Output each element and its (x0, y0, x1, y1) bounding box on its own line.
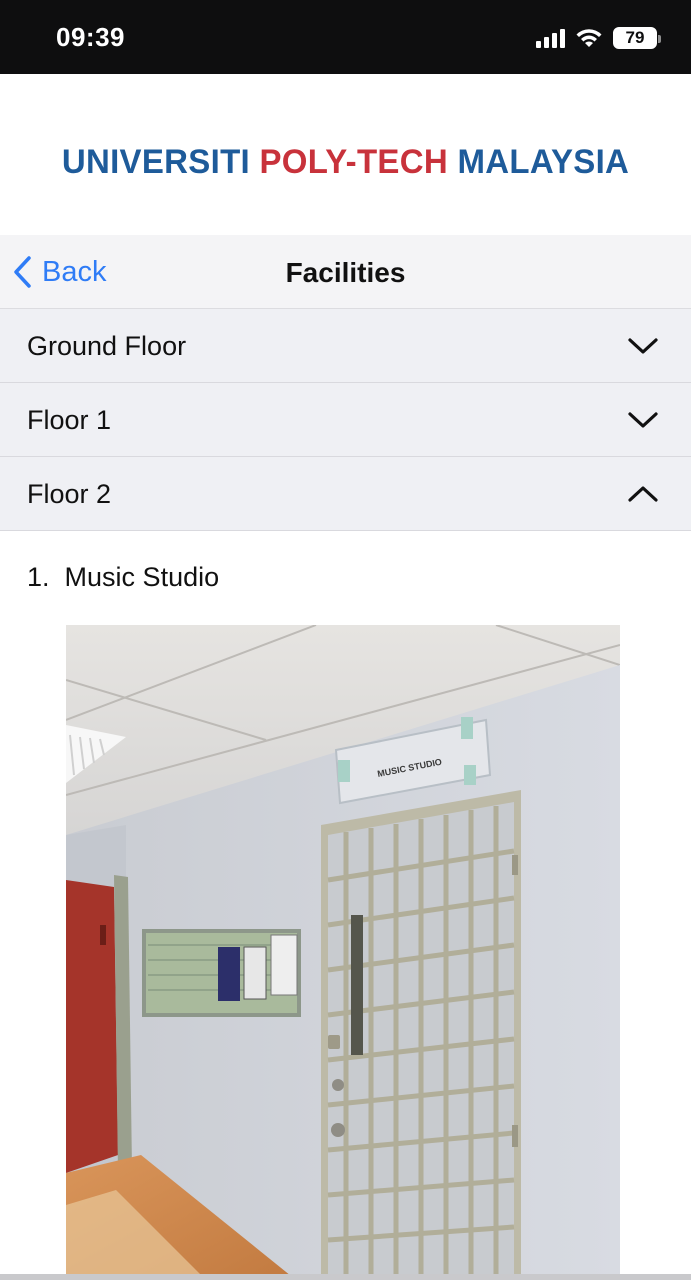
accordion-label: Floor 2 (27, 479, 112, 509)
university-logo-banner: UNIVERSITI POLY-TECH MALAYSIA (0, 74, 691, 235)
facility-name: Music Studio (64, 562, 220, 592)
logo-word-universiti: UNIVERSITI (61, 140, 251, 180)
accordion-label: Ground Floor (27, 331, 187, 361)
accordion-ground-floor[interactable]: Ground Floor (0, 309, 691, 383)
accordion-label: Floor 1 (27, 405, 112, 435)
status-bar: 09:39 79 (0, 0, 691, 74)
accordion-floor-1[interactable]: Floor 1 (0, 383, 691, 457)
logo-word-malaysia: MALAYSIA (457, 140, 630, 180)
list-number: 1. (27, 562, 50, 592)
status-time: 09:39 (56, 22, 125, 52)
music-studio-photo: MUSIC STUDIO (66, 625, 620, 1280)
chevron-down-icon (628, 338, 658, 354)
university-logo: UNIVERSITI POLY-TECH MALAYSIA (62, 128, 629, 181)
battery-icon: 79 (613, 27, 661, 49)
chevron-down-icon (628, 412, 658, 428)
navigation-bar: Facilities Back (0, 235, 691, 309)
signal-icon (536, 28, 565, 48)
accordion-floor-2[interactable]: Floor 2 (0, 457, 691, 531)
back-button[interactable]: Back (12, 253, 106, 291)
chevron-up-icon (628, 486, 658, 502)
logo-word-polytech: POLY-TECH (259, 140, 449, 180)
facility-list-item: 1. Music Studio (27, 562, 219, 593)
wifi-icon (576, 29, 602, 47)
back-label: Back (42, 255, 107, 288)
status-icons: 79 (536, 24, 661, 52)
bottom-edge (0, 1274, 691, 1280)
battery-level: 79 (625, 28, 645, 47)
chevron-left-icon (14, 256, 31, 288)
